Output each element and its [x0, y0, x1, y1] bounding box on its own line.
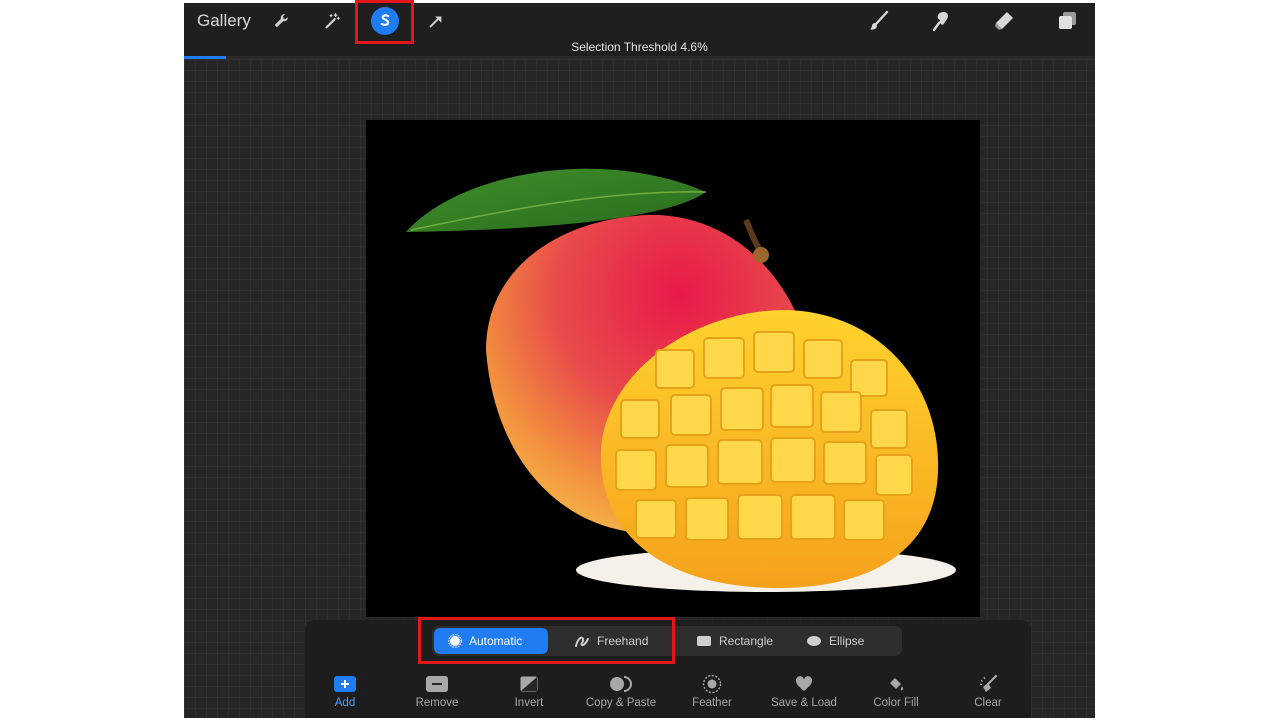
feather-icon: [702, 674, 722, 694]
mode-ellipse[interactable]: Ellipse: [792, 628, 878, 654]
add-button[interactable]: Add: [305, 674, 385, 709]
ellipse-icon: [807, 636, 821, 646]
copy-paste-icon: [610, 676, 632, 692]
copy-paste-button[interactable]: Copy & Paste: [581, 674, 661, 709]
save-load-label: Save & Load: [771, 697, 837, 709]
layers-icon[interactable]: [1052, 6, 1082, 36]
eraser-icon[interactable]: [989, 6, 1019, 36]
color-fill-label: Color Fill: [873, 697, 919, 709]
selection-mode-bar: Automatic Freehand Rectangle Ellipse: [432, 626, 902, 656]
mode-ellipse-label: Ellipse: [829, 634, 865, 648]
gallery-button[interactable]: Gallery: [197, 11, 251, 31]
smudge-icon[interactable]: [926, 6, 956, 36]
rectangle-icon: [697, 636, 711, 646]
remove-icon: [426, 676, 448, 692]
feather-button[interactable]: Feather: [672, 674, 752, 709]
clear-button[interactable]: Clear: [948, 674, 1028, 709]
invert-label: Invert: [514, 697, 544, 709]
feather-label: Feather: [692, 697, 732, 709]
color-fill-button[interactable]: Color Fill: [856, 674, 936, 709]
magic-wand-icon[interactable]: [318, 7, 346, 35]
mode-freehand-label: Freehand: [597, 634, 649, 648]
clear-brush-icon: [979, 674, 998, 692]
mango-artwork: [406, 168, 956, 592]
color-fill-icon: [890, 678, 904, 691]
copy-paste-label: Copy & Paste: [585, 697, 657, 709]
mode-automatic[interactable]: Automatic: [434, 628, 548, 654]
threshold-progress-fill: [184, 56, 226, 59]
selection-icon[interactable]: [371, 7, 399, 35]
add-icon: [334, 676, 356, 692]
freehand-icon: [575, 636, 589, 647]
transform-arrow-icon[interactable]: [422, 7, 450, 35]
threshold-progress: [184, 56, 1095, 59]
invert-button[interactable]: Invert: [489, 674, 569, 709]
top-toolbar: Gallery Selection Threshold 4.6%: [184, 3, 1095, 59]
drawing-canvas[interactable]: [366, 120, 980, 617]
mode-rectangle[interactable]: Rectangle: [682, 628, 787, 654]
mode-rectangle-label: Rectangle: [719, 634, 774, 648]
invert-icon: [520, 676, 538, 692]
clear-label: Clear: [974, 697, 1002, 709]
mode-automatic-label: Automatic: [469, 634, 523, 648]
add-label: Add: [334, 697, 356, 709]
heart-icon: [795, 676, 813, 691]
remove-label: Remove: [415, 697, 459, 709]
save-load-button[interactable]: Save & Load: [764, 674, 844, 709]
brush-icon[interactable]: [864, 6, 894, 36]
wrench-icon[interactable]: [267, 7, 295, 35]
selection-threshold-label: Selection Threshold 4.6%: [571, 40, 708, 54]
automatic-icon: [448, 634, 462, 648]
remove-button[interactable]: Remove: [397, 674, 477, 709]
procreate-app: Gallery Selection Threshold 4.6% Automat…: [184, 3, 1095, 718]
mode-freehand[interactable]: Freehand: [560, 628, 662, 654]
